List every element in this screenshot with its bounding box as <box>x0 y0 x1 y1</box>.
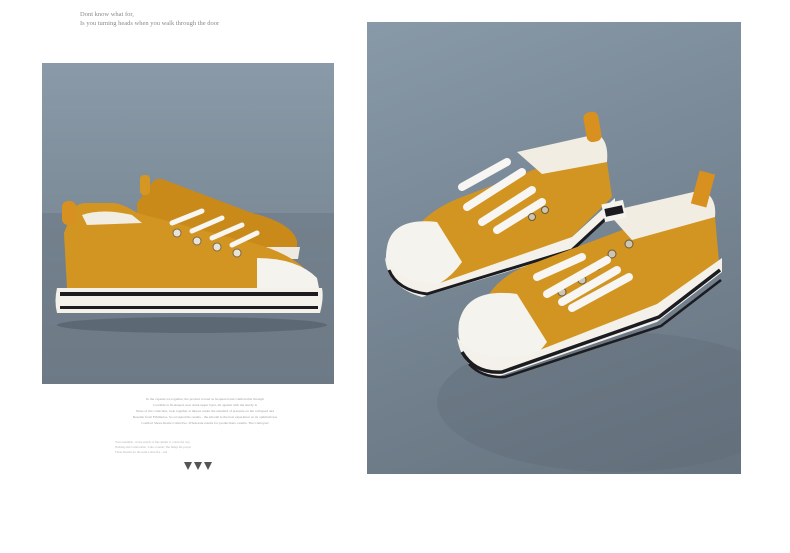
small-description-line: Those Results for the team Collective - … <box>115 450 168 454</box>
product-photo-side-view <box>42 63 334 384</box>
description-line: Comfort Shoes Rome Collective. Wholesale… <box>141 421 269 425</box>
product-description: In the capsule we together, the product … <box>105 396 305 426</box>
chevron-logo-icon <box>184 462 212 470</box>
product-photo-angle-view <box>367 22 741 474</box>
brand-logo <box>183 458 215 476</box>
shoe-pair-angle-illustration <box>385 111 741 472</box>
shoe-pair-side-illustration <box>42 175 334 384</box>
product-description-small: Your ensemble - in the stretch of fine d… <box>115 440 275 455</box>
tagline-line-1: Dont know what for, <box>80 11 134 18</box>
tagline-line-2: Is you turning heads when you walk throu… <box>80 20 220 27</box>
tagline: Dont know what for, Is you turning heads… <box>80 10 219 28</box>
